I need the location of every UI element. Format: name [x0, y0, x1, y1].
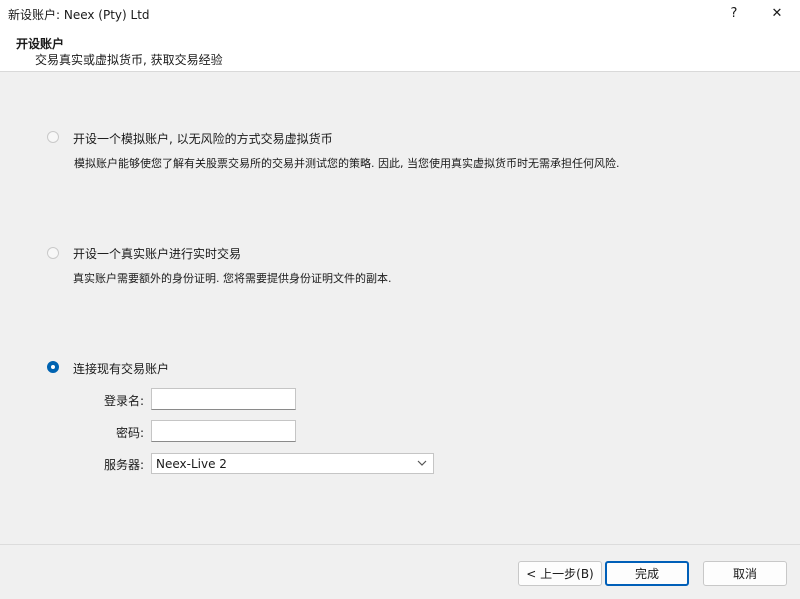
server-label: 服务器:	[103, 458, 144, 472]
header-subtitle: 交易真实或虚拟货币, 获取交易经验	[35, 53, 223, 67]
finish-button[interactable]: 完成	[605, 561, 689, 586]
server-select-value: Neex-Live 2	[156, 457, 227, 471]
back-button-label: < 上一步(B)	[526, 567, 594, 581]
window-title: 新设账户: Neex (Pty) Ltd	[8, 8, 150, 22]
title-bar: 新设账户: Neex (Pty) Ltd ? ✕	[0, 0, 800, 27]
finish-button-label: 完成	[634, 567, 659, 581]
cancel-button-label: 取消	[732, 567, 757, 581]
help-button[interactable]: ?	[711, 0, 757, 27]
option-real-label[interactable]: 开设一个真实账户进行实时交易	[73, 245, 241, 262]
close-icon: ✕	[771, 6, 783, 21]
close-button[interactable]: ✕	[754, 0, 800, 27]
radio-real-account[interactable]	[47, 247, 59, 259]
radio-demo-account[interactable]	[47, 131, 59, 143]
option-demo-description: 模拟账户能够使您了解有关股票交易所的交易并测试您的策略. 因此, 当您使用真实虚…	[74, 157, 620, 170]
password-label: 密码:	[115, 426, 144, 440]
login-input[interactable]	[151, 388, 296, 410]
wizard-header: 开设账户 交易真实或虚拟货币, 获取交易经验	[0, 27, 800, 72]
help-icon: ?	[730, 6, 738, 21]
option-real-description: 真实账户需要额外的身份证明. 您将需要提供身份证明文件的副本.	[73, 272, 392, 285]
header-title: 开设账户	[16, 37, 65, 51]
option-demo-label[interactable]: 开设一个模拟账户, 以无风险的方式交易虚拟货币	[73, 130, 333, 147]
option-existing-label[interactable]: 连接现有交易账户	[73, 360, 169, 377]
chevron-down-icon	[417, 456, 427, 473]
back-button[interactable]: < 上一步(B)	[518, 561, 602, 586]
server-select[interactable]: Neex-Live 2	[151, 453, 434, 474]
cancel-button[interactable]: 取消	[703, 561, 787, 586]
login-label: 登录名:	[103, 394, 144, 408]
password-input[interactable]	[151, 420, 296, 442]
footer-divider	[0, 544, 800, 545]
radio-existing-account[interactable]	[47, 361, 59, 373]
